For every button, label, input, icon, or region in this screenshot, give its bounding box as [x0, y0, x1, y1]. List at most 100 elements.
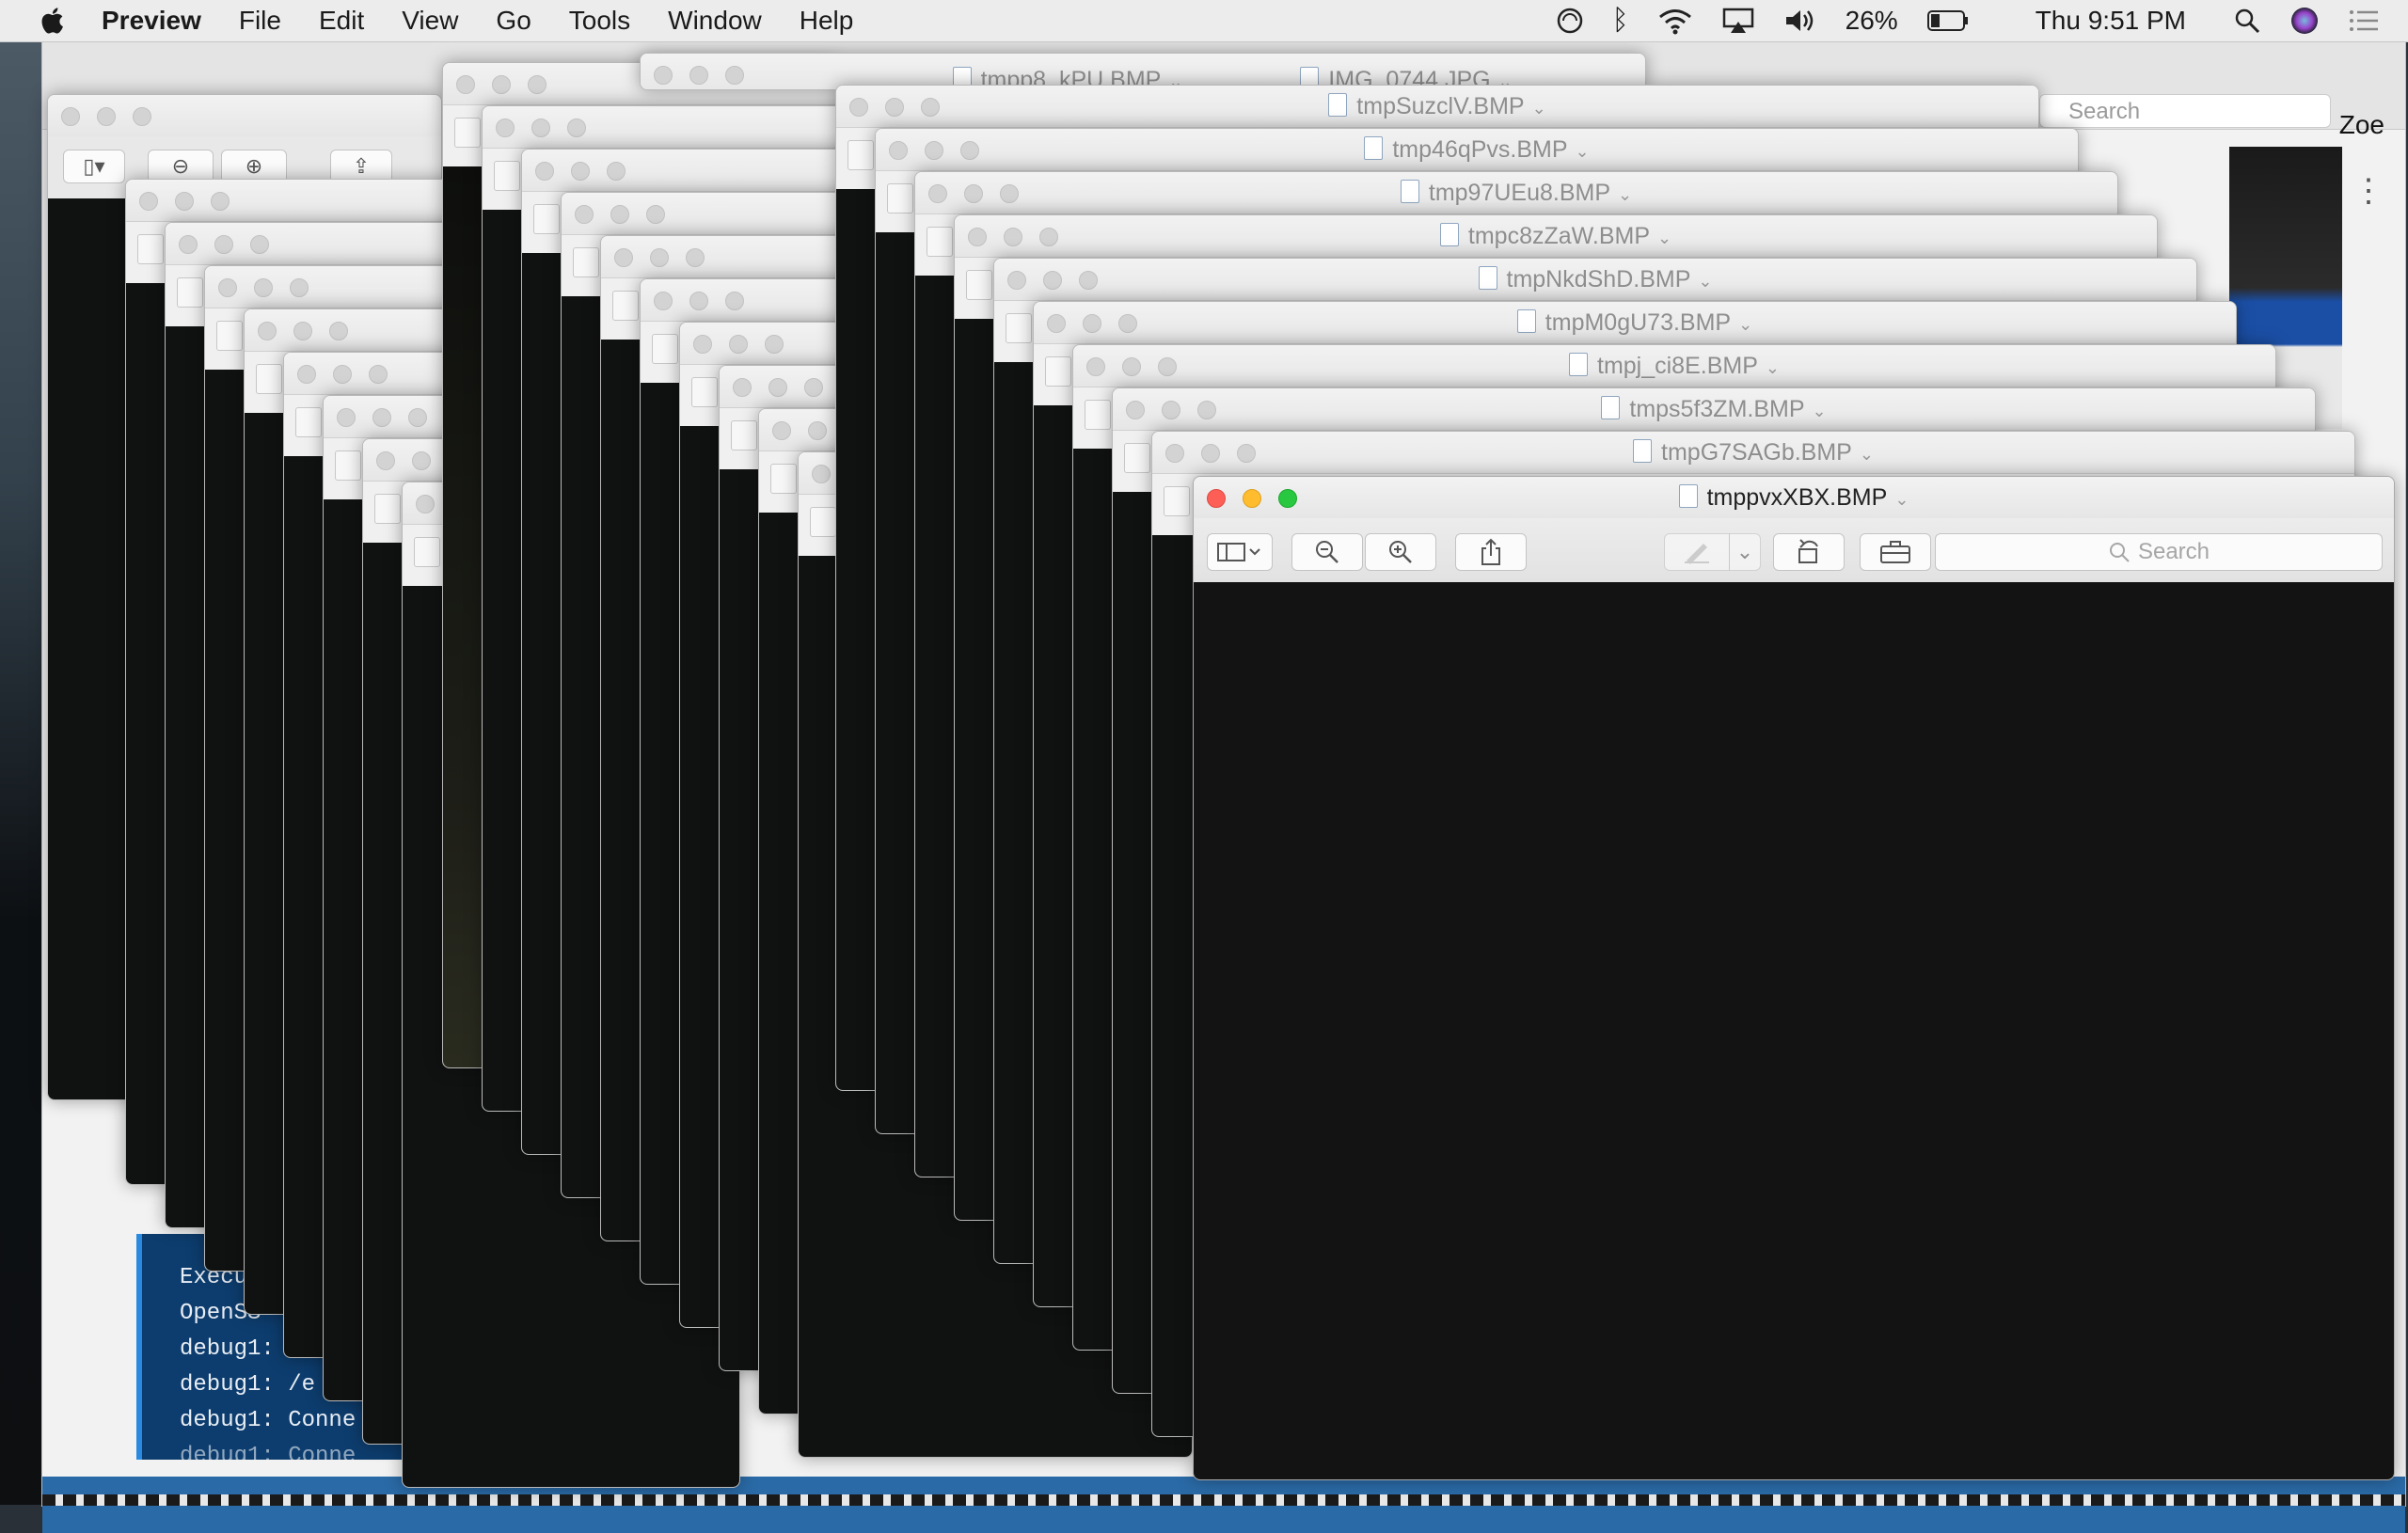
close-button[interactable] — [496, 119, 515, 137]
sidebar-toggle-button[interactable] — [256, 364, 282, 394]
sidebar-toggle-button[interactable] — [966, 270, 992, 300]
menu-window[interactable]: Window — [668, 6, 762, 36]
wifi-icon[interactable] — [1657, 7, 1693, 35]
sidebar-toggle-button[interactable] — [1207, 533, 1273, 571]
zoom-button[interactable] — [211, 192, 230, 211]
spotlight-search-icon[interactable] — [2233, 7, 2261, 35]
close-button[interactable] — [456, 75, 475, 94]
window-titlebar[interactable]: tmppvxXBX.BMP ⌄ — [1194, 477, 2394, 519]
minimize-button[interactable] — [97, 107, 116, 126]
markup-button[interactable] — [1664, 533, 1730, 571]
sidebar-toggle-button[interactable] — [691, 377, 718, 407]
sidebar-toggle-button[interactable] — [533, 204, 560, 234]
minimize-button[interactable] — [412, 451, 431, 470]
window-titlebar[interactable]: tmpSuzclV.BMP ⌄ — [836, 86, 2038, 128]
sidebar-toggle-button[interactable] — [1124, 443, 1150, 473]
window-titlebar[interactable]: tmp97UEu8.BMP ⌄ — [915, 172, 2117, 214]
sidebar-toggle-button[interactable] — [1006, 313, 1032, 343]
close-button[interactable] — [535, 162, 554, 181]
chevron-down-icon[interactable]: ⌄ — [1618, 185, 1632, 204]
window-titlebar[interactable]: tmpG7SAGb.BMP ⌄ — [1152, 432, 2354, 474]
sidebar-toggle-button[interactable] — [927, 227, 953, 257]
time-machine-icon[interactable] — [1556, 7, 1584, 35]
zoom-in-button[interactable] — [1365, 533, 1436, 571]
menu-help[interactable]: Help — [800, 6, 854, 36]
chevron-down-icon[interactable]: ⌄ — [1698, 272, 1712, 291]
sidebar-toggle-button[interactable] — [374, 494, 401, 524]
minimize-button[interactable] — [175, 192, 194, 211]
close-button[interactable] — [416, 495, 435, 514]
minimize-button[interactable] — [610, 205, 629, 224]
minimize-button[interactable] — [214, 235, 233, 254]
minimize-button[interactable] — [689, 292, 708, 310]
sidebar-toggle-button[interactable] — [770, 464, 797, 494]
minimize-button[interactable] — [729, 335, 748, 354]
close-button[interactable] — [218, 278, 237, 297]
window-titlebar[interactable]: tmpc8zZaW.BMP ⌄ — [955, 215, 2157, 258]
close-button[interactable] — [337, 408, 356, 427]
minimize-button[interactable] — [768, 378, 787, 397]
preview-window-active[interactable]: tmppvxXBX.BMP ⌄ ⌄ Search — [1193, 476, 2395, 1480]
browser-profile-name[interactable]: Zoe — [2339, 110, 2384, 140]
bluetooth-icon[interactable]: ᛒ — [1612, 5, 1629, 37]
minimize-button[interactable] — [808, 421, 827, 440]
sidebar-toggle-button[interactable] — [1045, 356, 1071, 387]
minimize-button[interactable] — [372, 408, 391, 427]
markup-menu-button[interactable]: ⌄ — [1729, 533, 1761, 571]
sidebar-toggle-button[interactable] — [1085, 400, 1111, 430]
sidebar-toggle-button[interactable] — [887, 183, 913, 213]
menu-view[interactable]: View — [402, 6, 458, 36]
chevron-down-icon[interactable]: ⌄ — [1813, 402, 1827, 420]
sidebar-toggle-button[interactable] — [335, 450, 361, 481]
window-titlebar[interactable]: tmpM0gU73.BMP ⌄ — [1034, 302, 2236, 344]
window-titlebar[interactable]: tmpj_ci8E.BMP ⌄ — [1073, 345, 2275, 387]
rotate-button[interactable] — [1773, 533, 1845, 571]
sidebar-toggle-button[interactable] — [573, 247, 599, 277]
menu-tools[interactable]: Tools — [569, 6, 630, 36]
sidebar-toggle-button[interactable] — [414, 537, 440, 567]
close-button[interactable] — [614, 248, 633, 267]
sidebar-toggle-button[interactable] — [454, 118, 481, 148]
sidebar-toggle-button[interactable]: ▯▾ — [63, 150, 125, 183]
zoom-button[interactable] — [686, 248, 705, 267]
minimize-button[interactable] — [650, 248, 669, 267]
zoom-button[interactable] — [133, 107, 151, 126]
zoom-out-button[interactable] — [1291, 533, 1363, 571]
chevron-down-icon[interactable]: ⌄ — [1894, 490, 1909, 509]
sidebar-toggle-button[interactable] — [810, 507, 836, 537]
window-titlebar[interactable]: tmp46qPvs.BMP ⌄ — [876, 129, 2078, 171]
chevron-down-icon[interactable]: ⌄ — [1860, 445, 1874, 464]
zoom-button[interactable] — [369, 365, 388, 384]
airplay-icon[interactable] — [1721, 7, 1755, 35]
chevron-down-icon[interactable]: ⌄ — [1576, 142, 1590, 161]
zoom-button[interactable] — [290, 278, 309, 297]
menu-edit[interactable]: Edit — [319, 6, 364, 36]
sidebar-toggle-button[interactable] — [177, 277, 203, 308]
battery-icon[interactable] — [1926, 9, 1970, 32]
menu-go[interactable]: Go — [496, 6, 531, 36]
clock[interactable]: Thu 9:51 PM — [2036, 6, 2186, 36]
menu-file[interactable]: File — [239, 6, 281, 36]
minimize-button[interactable] — [571, 162, 590, 181]
volume-icon[interactable] — [1783, 7, 1817, 35]
background-search-field[interactable]: Search — [2039, 94, 2331, 128]
window-titlebar[interactable] — [48, 95, 441, 137]
search-input[interactable]: Search — [1935, 533, 2383, 571]
close-button[interactable] — [258, 322, 277, 340]
zoom-button[interactable] — [646, 205, 665, 224]
sidebar-toggle-button[interactable] — [652, 334, 678, 364]
sidebar-toggle-button[interactable] — [295, 407, 322, 437]
close-button[interactable] — [772, 421, 791, 440]
chevron-down-icon[interactable]: ⌄ — [1657, 229, 1671, 247]
zoom-button[interactable] — [725, 292, 744, 310]
minimize-button[interactable] — [531, 119, 550, 137]
zoom-button[interactable] — [528, 75, 547, 94]
chevron-down-icon[interactable]: ⌄ — [1766, 358, 1780, 377]
share-button[interactable] — [1455, 533, 1527, 571]
close-button[interactable] — [733, 378, 752, 397]
sidebar-toggle-button[interactable] — [494, 161, 520, 191]
zoom-button[interactable] — [804, 378, 823, 397]
close-button[interactable] — [693, 335, 712, 354]
browser-menu-icon[interactable]: ⋮ — [2353, 172, 2384, 210]
close-button[interactable] — [61, 107, 80, 126]
